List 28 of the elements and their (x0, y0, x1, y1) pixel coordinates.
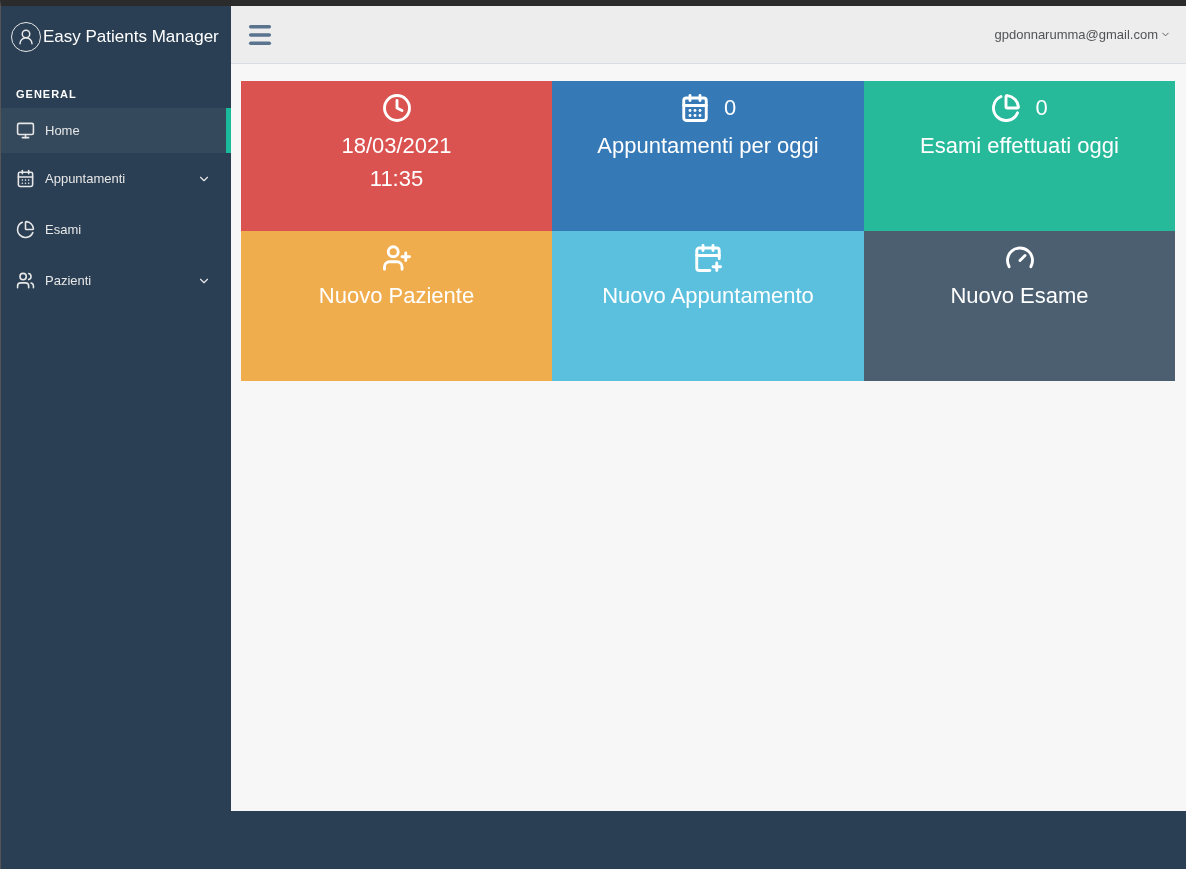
calendar-icon (679, 93, 710, 123)
nav-item[interactable]: Esami (1, 204, 231, 255)
section-heading: GENERAL (15, 87, 78, 102)
user-menu[interactable]: gpdonnarumma@gmail.com (994, 27, 1171, 42)
tile-label: 18/03/2021 (341, 132, 452, 160)
clock-icon (381, 93, 412, 123)
pie-chart-icon (991, 93, 1022, 123)
tile-label: Esami effettuati oggi (920, 132, 1119, 160)
tile-label: 11:35 (369, 165, 424, 193)
users-icon (16, 271, 35, 290)
nav-item[interactable]: Home (1, 108, 231, 153)
monitor-icon (16, 121, 35, 140)
calendar-icon (16, 169, 35, 188)
tile-label: Nuovo Paziente (318, 282, 475, 310)
tile-label: Appuntamenti per oggi (597, 132, 819, 160)
nav-item[interactable]: Pazienti (1, 255, 231, 306)
nav-item[interactable]: Appuntamenti (1, 153, 231, 204)
dashboard-tile[interactable]: 0 Appuntamenti per oggi (552, 81, 864, 231)
tile-count: 0 (723, 95, 737, 121)
tile-label: Nuovo Esame (950, 282, 1089, 310)
dashboard-tile[interactable]: Nuovo Esame (864, 231, 1175, 381)
tile-count: 0 (1035, 95, 1048, 121)
calendar-plus-icon (693, 243, 723, 273)
dashboard-tile[interactable]: 18/03/2021 11:35 (241, 81, 552, 231)
user-plus-icon (381, 243, 412, 273)
pie-chart-icon (16, 220, 35, 239)
app-title: Easy Patients Manager (43, 27, 219, 47)
tile-label: Nuovo Appuntamento (602, 282, 814, 310)
